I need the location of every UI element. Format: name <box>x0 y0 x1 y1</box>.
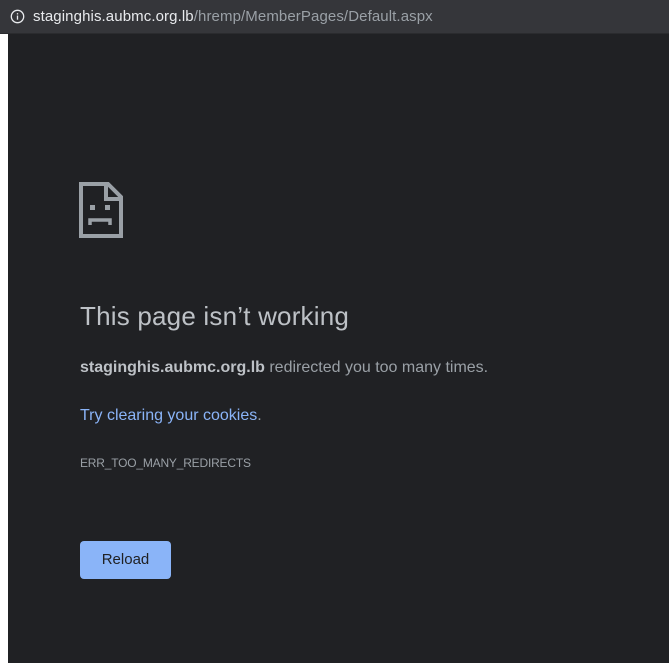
clear-cookies-link[interactable]: Try clearing your cookies <box>80 407 257 424</box>
reload-button[interactable]: Reload <box>80 541 171 579</box>
address-bar[interactable]: staginghis.aubmc.org.lb/hremp/MemberPage… <box>0 0 669 34</box>
suggestion: Try clearing your cookies. <box>80 406 262 426</box>
error-code: ERR_TOO_MANY_REDIRECTS <box>80 456 251 470</box>
url-path: /hremp/MemberPages/Default.aspx <box>193 7 433 25</box>
window-edge <box>0 34 8 663</box>
page-title: This page isn’t working <box>80 301 350 331</box>
error-page: This page isn’t working staginghis.aubmc… <box>8 34 669 663</box>
suggestion-period: . <box>257 407 262 424</box>
info-icon[interactable] <box>10 9 25 24</box>
error-host: staginghis.aubmc.org.lb <box>80 359 265 376</box>
sad-page-icon <box>79 182 123 238</box>
url-text[interactable]: staginghis.aubmc.org.lb/hremp/MemberPage… <box>33 8 433 26</box>
url-host: staginghis.aubmc.org.lb <box>33 7 194 25</box>
error-summary-text: redirected you too many times. <box>264 359 489 376</box>
error-summary: staginghis.aubmc.org.lb redirected you t… <box>80 358 488 378</box>
browser-window: staginghis.aubmc.org.lb/hremp/MemberPage… <box>0 0 669 663</box>
